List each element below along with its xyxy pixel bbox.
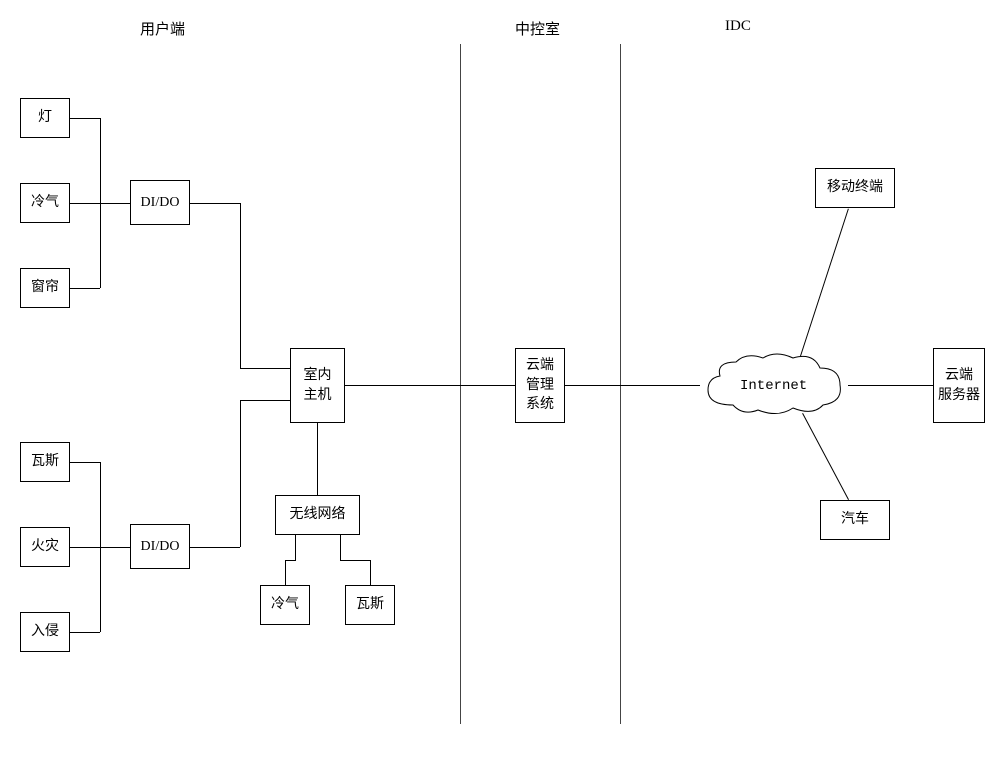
line — [285, 560, 296, 561]
box-cloud-mgmt-label: 云端 管理 系统 — [526, 356, 554, 415]
line — [848, 385, 933, 386]
box-indoor-host-label: 室内 主机 — [304, 366, 332, 405]
line — [295, 535, 296, 560]
line — [100, 547, 101, 632]
box-car-label: 汽车 — [841, 510, 869, 530]
box-mobile: 移动终端 — [815, 168, 895, 208]
box-gas2: 瓦斯 — [345, 585, 395, 625]
divider-1 — [460, 44, 461, 724]
box-fire: 火灾 — [20, 527, 70, 567]
line — [190, 547, 240, 548]
line — [100, 203, 130, 204]
line — [70, 118, 100, 119]
line — [70, 288, 100, 289]
box-curtain: 窗帘 — [20, 268, 70, 308]
box-wireless: 无线网络 — [275, 495, 360, 535]
line — [100, 118, 101, 203]
box-curtain-label: 窗帘 — [31, 278, 59, 298]
line — [370, 560, 371, 585]
line — [100, 203, 101, 288]
box-gas1-label: 瓦斯 — [31, 452, 59, 472]
line — [285, 560, 286, 585]
box-aircon1-label: 冷气 — [31, 193, 59, 213]
line — [340, 535, 341, 560]
box-wireless-label: 无线网络 — [290, 505, 346, 525]
box-fire-label: 火灾 — [31, 537, 59, 557]
box-cloud-server: 云端 服务器 — [933, 348, 985, 423]
line — [800, 209, 849, 357]
line — [345, 385, 515, 386]
box-intrusion-label: 入侵 — [31, 622, 59, 642]
line — [317, 423, 318, 495]
box-light: 灯 — [20, 98, 70, 138]
box-intrusion: 入侵 — [20, 612, 70, 652]
box-dido1-label: DI/DO — [141, 193, 180, 213]
divider-2 — [620, 44, 621, 724]
box-cloud-mgmt: 云端 管理 系统 — [515, 348, 565, 423]
line — [70, 632, 100, 633]
box-aircon1: 冷气 — [20, 183, 70, 223]
box-mobile-label: 移动终端 — [827, 178, 883, 198]
box-cloud-server-label: 云端 服务器 — [938, 366, 980, 405]
line — [190, 203, 240, 204]
box-aircon2: 冷气 — [260, 585, 310, 625]
line — [802, 413, 849, 500]
box-car: 汽车 — [820, 500, 890, 540]
section-client-label: 用户端 — [140, 18, 185, 39]
section-idc-label: IDC — [725, 18, 751, 35]
line — [100, 462, 101, 547]
line — [565, 385, 700, 386]
line — [240, 203, 241, 368]
box-indoor-host: 室内 主机 — [290, 348, 345, 423]
box-light-label: 灯 — [38, 108, 52, 128]
internet-label: Internet — [740, 378, 807, 394]
box-gas2-label: 瓦斯 — [356, 595, 384, 615]
box-dido2-label: DI/DO — [141, 537, 180, 557]
line — [240, 400, 241, 547]
box-dido2: DI/DO — [130, 524, 190, 569]
line — [340, 560, 370, 561]
section-control-label: 中控室 — [515, 18, 560, 39]
box-gas1: 瓦斯 — [20, 442, 70, 482]
box-aircon2-label: 冷气 — [271, 595, 299, 615]
box-dido1: DI/DO — [130, 180, 190, 225]
line — [240, 368, 290, 369]
line — [240, 400, 290, 401]
line — [70, 462, 100, 463]
